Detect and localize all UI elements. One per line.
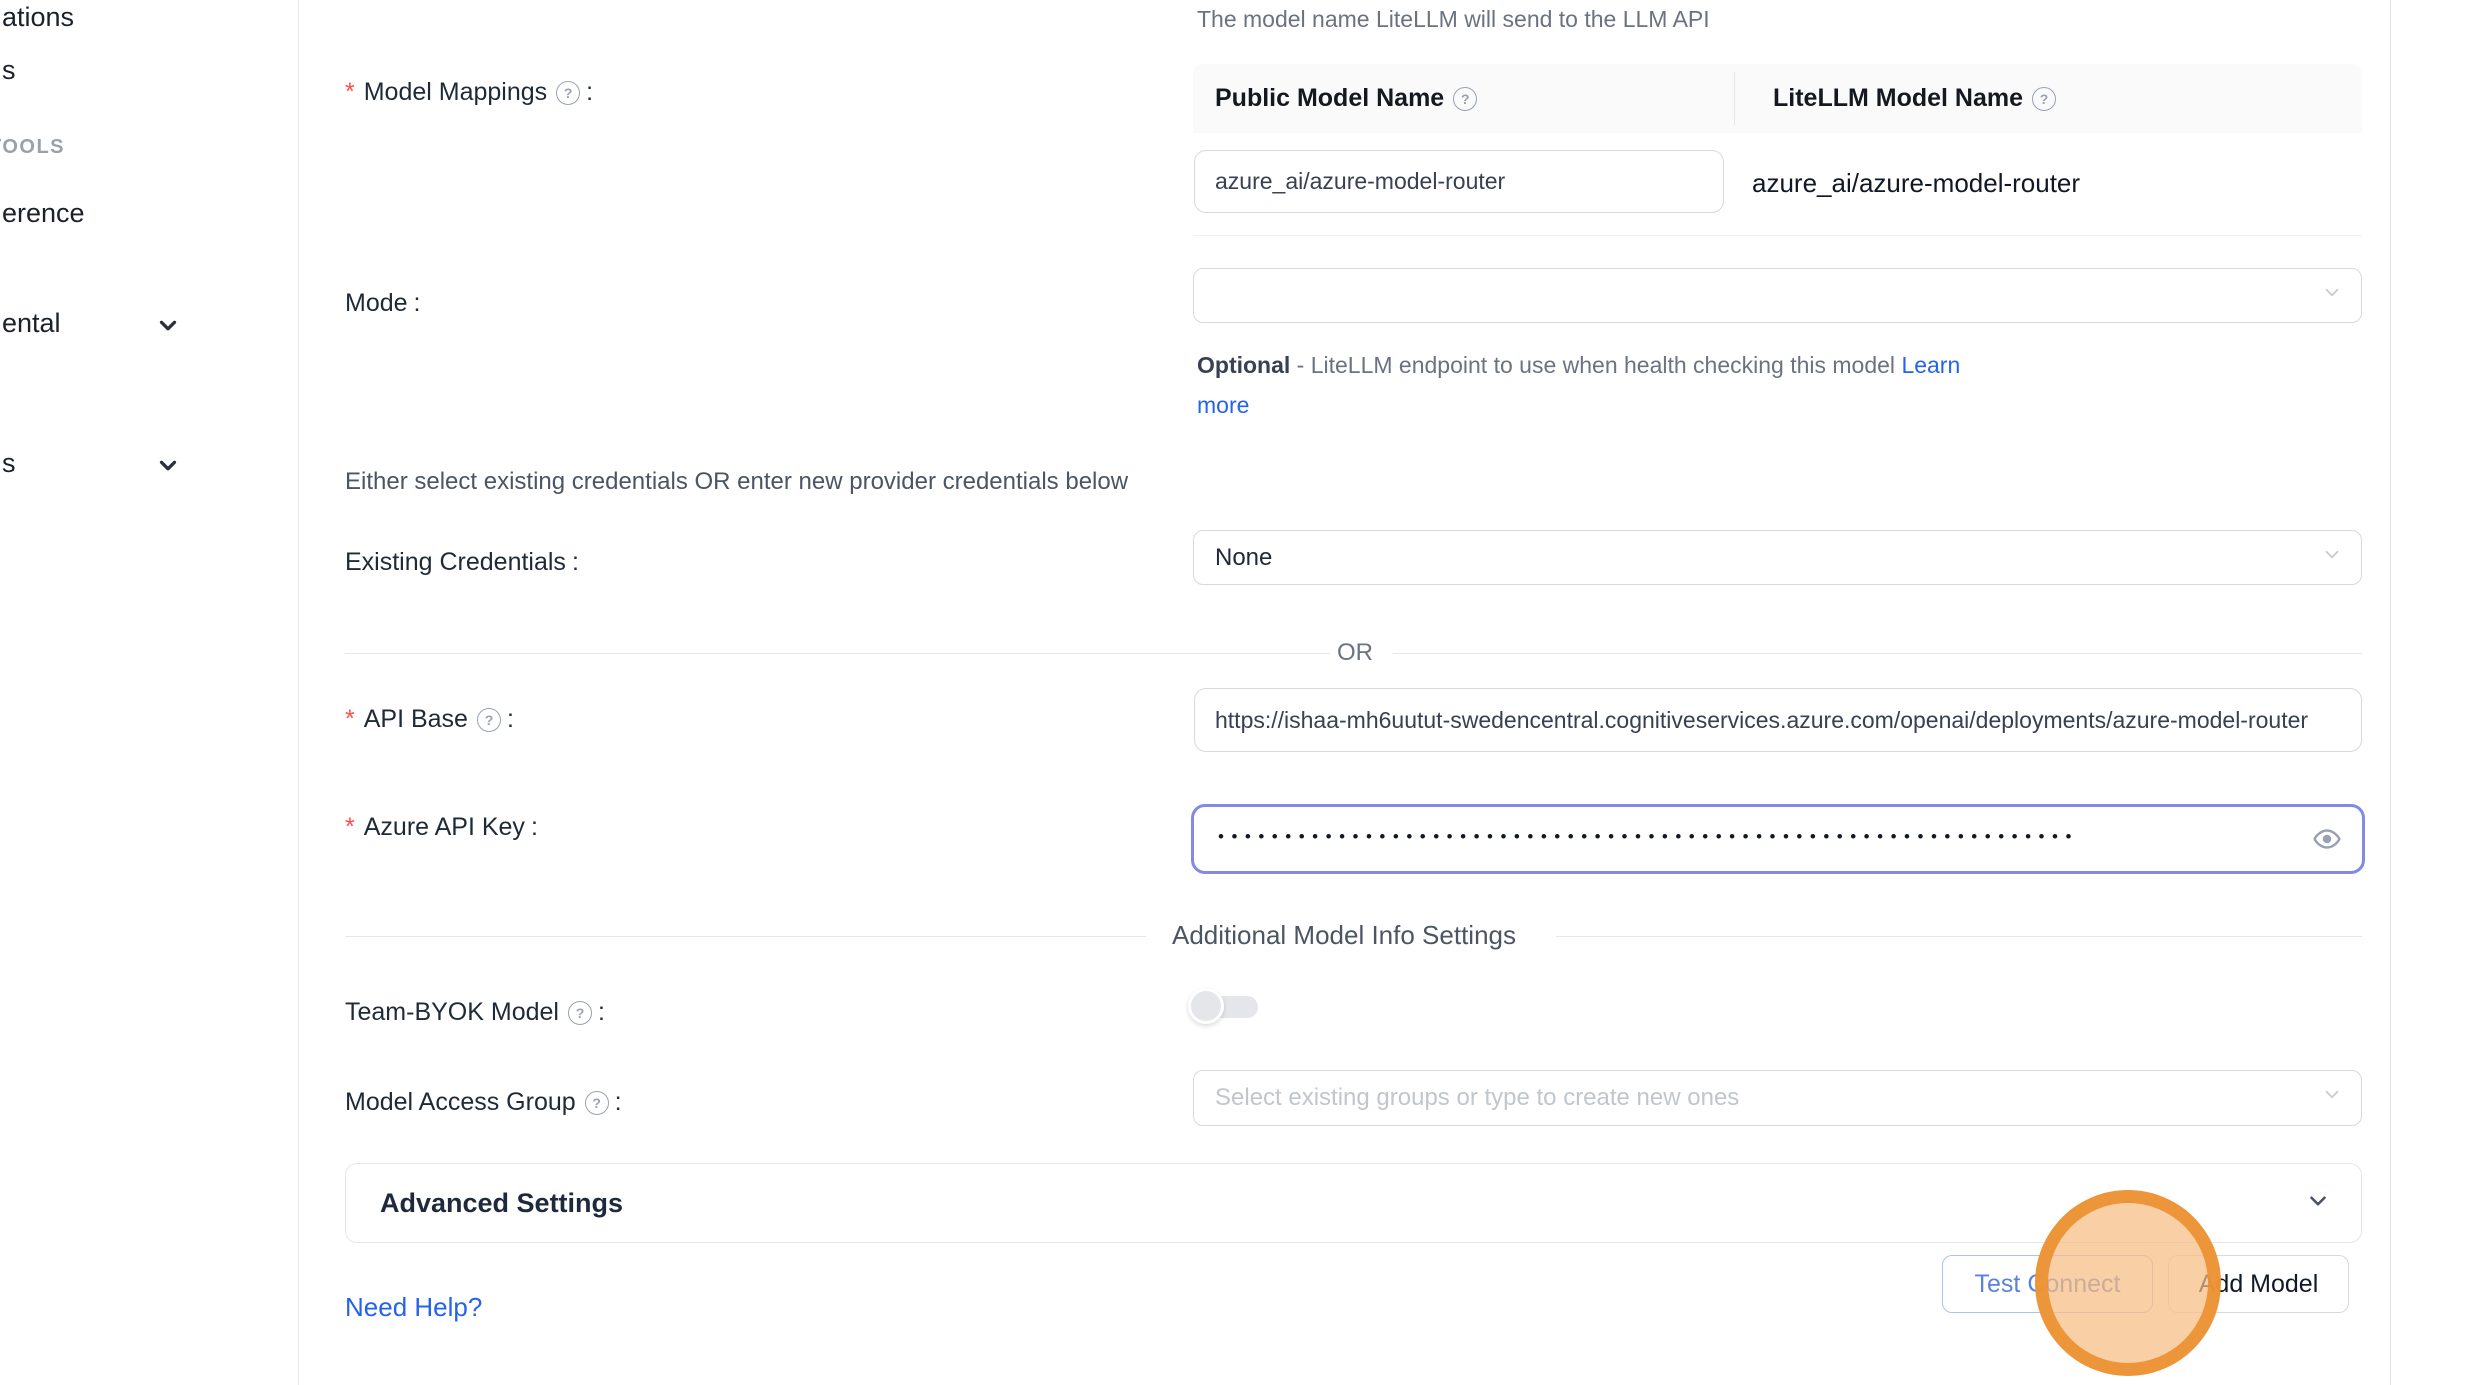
sidebar-item-2[interactable]: s	[2, 55, 16, 86]
additional-divider-line-right	[1556, 936, 2362, 937]
colon: :	[598, 998, 605, 1027]
help-question-icon[interactable]: ?	[556, 81, 580, 105]
chevron-down-icon[interactable]	[2305, 1188, 2331, 1219]
chevron-down-icon	[2321, 281, 2343, 310]
litellm-model-name-header-text: LiteLLM Model Name	[1773, 84, 2023, 113]
existing-credentials-select[interactable]: None	[1193, 530, 2362, 585]
model-mappings-label-row: * Model Mappings ? :	[345, 78, 593, 107]
help-question-icon[interactable]: ?	[568, 1001, 592, 1025]
colon: :	[507, 705, 514, 734]
sidebar-item-organizations[interactable]: ations	[2, 2, 74, 33]
credentials-note: Either select existing credentials OR en…	[345, 468, 1128, 496]
model-access-group-select[interactable]: Select existing groups or type to create…	[1193, 1070, 2362, 1126]
team-byok-label: Team-BYOK Model	[345, 998, 559, 1027]
colon: :	[572, 548, 579, 577]
litellm-model-name-value: azure_ai/azure-model-router	[1752, 168, 2080, 199]
existing-credentials-value: None	[1215, 544, 1272, 572]
azure-api-key-label-row: * Azure API Key :	[345, 813, 538, 842]
public-model-name-header-text: Public Model Name	[1215, 84, 1444, 113]
chevron-down-icon	[2321, 1084, 2343, 1113]
mode-hint: Optional - LiteLLM endpoint to use when …	[1197, 345, 2012, 425]
api-base-input[interactable]: https://ishaa-mh6uutut-swedencentral.cog…	[1194, 688, 2362, 752]
add-model-button[interactable]: Add Model	[2168, 1255, 2349, 1313]
model-access-group-placeholder: Select existing groups or type to create…	[1215, 1084, 1739, 1112]
colon: :	[531, 813, 538, 842]
sidebar-item-reference[interactable]: erence	[2, 198, 85, 229]
mode-label-row: Mode :	[345, 289, 421, 318]
mode-label: Mode	[345, 289, 408, 318]
help-question-icon[interactable]: ?	[585, 1091, 609, 1115]
chevron-down-icon	[2321, 543, 2343, 572]
need-help-link[interactable]: Need Help?	[345, 1292, 482, 1323]
team-byok-toggle[interactable]	[1188, 988, 1262, 1026]
column-header-public-model-name: Public Model Name ?	[1215, 84, 1477, 113]
api-base-label: API Base	[364, 705, 468, 734]
colon: :	[414, 289, 421, 318]
required-mark: *	[345, 705, 355, 734]
or-divider-line-left	[345, 653, 1330, 654]
existing-credentials-label: Existing Credentials	[345, 548, 566, 577]
existing-credentials-label-row: Existing Credentials :	[345, 548, 579, 577]
advanced-settings-title: Advanced Settings	[380, 1188, 623, 1219]
toggle-knob	[1188, 988, 1224, 1024]
required-mark: *	[345, 813, 355, 842]
or-divider-text: OR	[1337, 639, 1373, 667]
eye-icon[interactable]	[2312, 824, 2342, 854]
test-connect-button[interactable]: Test Connect	[1942, 1255, 2153, 1313]
model-mappings-label: Model Mappings	[364, 78, 547, 107]
sidebar-item-settings[interactable]: s	[2, 448, 16, 479]
sidebar: ations s TOOLS erence ental s	[0, 0, 298, 1385]
advanced-settings-panel[interactable]: Advanced Settings	[345, 1163, 2362, 1243]
chevron-down-icon[interactable]	[155, 312, 181, 343]
help-question-icon[interactable]: ?	[1453, 87, 1477, 111]
azure-api-key-input[interactable]: ••••••••••••••••••••••••••••••••••••••••…	[1191, 804, 2365, 874]
colon: :	[615, 1088, 622, 1117]
mode-hint-bold: Optional	[1197, 352, 1290, 378]
colon: :	[586, 78, 593, 107]
model-access-group-label: Model Access Group	[345, 1088, 576, 1117]
column-header-litellm-model-name: LiteLLM Model Name ?	[1773, 84, 2056, 113]
sidebar-section-tools: TOOLS	[0, 136, 65, 159]
api-base-label-row: * API Base ? :	[345, 705, 514, 734]
add-model-page: ations s TOOLS erence ental s The model …	[0, 0, 2477, 1385]
additional-divider-text: Additional Model Info Settings	[1172, 920, 1516, 951]
model-mappings-table-row: azure_ai/azure-model-router azure_ai/azu…	[1193, 133, 2362, 236]
additional-divider-line-left	[345, 936, 1146, 937]
model-mappings-table: Public Model Name ? LiteLLM Model Name ?…	[1193, 64, 2362, 236]
mode-hint-text: - LiteLLM endpoint to use when health ch…	[1290, 352, 1901, 378]
public-model-name-input[interactable]: azure_ai/azure-model-router	[1194, 150, 1724, 213]
model-mappings-table-header: Public Model Name ? LiteLLM Model Name ?	[1193, 64, 2362, 133]
mode-select[interactable]	[1193, 268, 2362, 323]
litellm-model-name-hint: The model name LiteLLM will send to the …	[1197, 6, 1710, 33]
help-question-icon[interactable]: ?	[477, 708, 501, 732]
azure-api-key-label: Azure API Key	[364, 813, 525, 842]
sidebar-item-experimental[interactable]: ental	[2, 308, 61, 339]
header-column-divider	[1734, 72, 1735, 125]
help-question-icon[interactable]: ?	[2032, 87, 2056, 111]
or-divider-line-right	[1393, 653, 2362, 654]
masked-password-value: ••••••••••••••••••••••••••••••••••••••••…	[1218, 827, 2079, 847]
team-byok-label-row: Team-BYOK Model ? :	[345, 998, 605, 1027]
required-mark: *	[345, 78, 355, 107]
model-access-group-label-row: Model Access Group ? :	[345, 1088, 622, 1117]
chevron-down-icon[interactable]	[155, 452, 181, 483]
